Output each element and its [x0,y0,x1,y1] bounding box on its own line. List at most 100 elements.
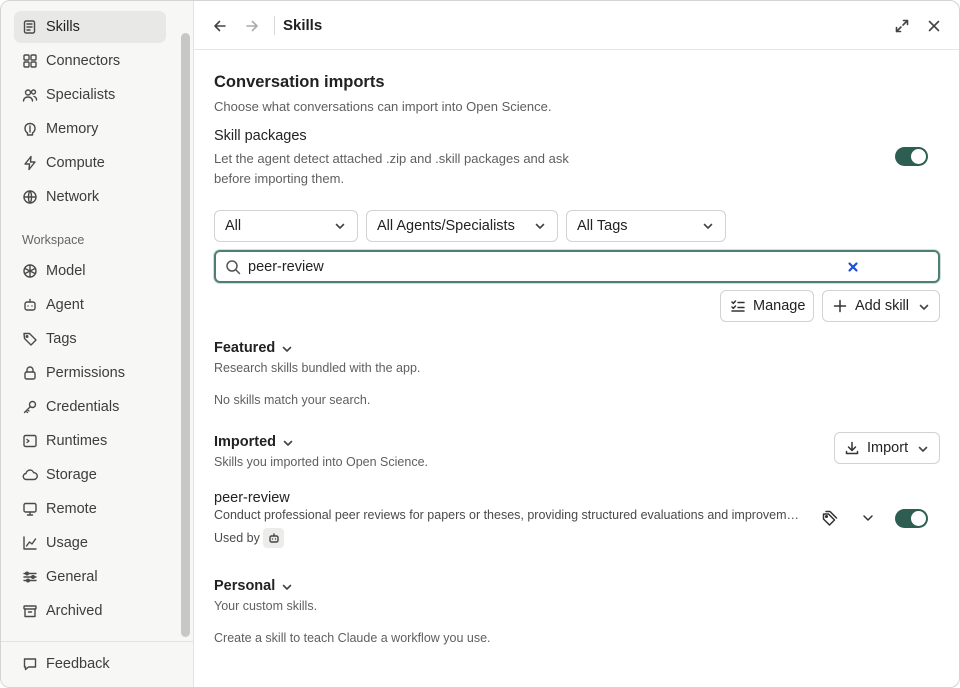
expand-button[interactable] [892,16,912,36]
sidebar-item-credentials[interactable]: Credentials [14,391,166,423]
feedback-button[interactable]: Feedback [14,648,166,680]
sidebar-item-remote[interactable]: Remote [14,493,166,525]
personal-desc: Your custom skills. [214,599,318,613]
sidebar-item-agent[interactable]: Agent [14,289,166,321]
chevron-down-icon [533,219,547,233]
agents-filter-select[interactable]: All Agents/Specialists [366,210,558,242]
page-title: Skills [283,17,323,34]
manage-label: Manage [753,298,806,314]
sidebar-item-label: Compute [46,155,105,171]
sidebar-item-label: Usage [46,535,88,551]
sidebar-item-label: Connectors [46,53,121,69]
agent-chip[interactable] [263,528,284,548]
skill-description: Conduct professional peer reviews for pa… [214,508,802,522]
featured-empty-message: No skills match your search. [214,393,371,407]
lock-icon [22,365,38,381]
main-panel: Skills Conversation imports Choose what … [194,1,959,687]
chevron-down-icon [282,436,294,448]
sliders-icon [22,569,38,585]
sidebar-scrollbar[interactable] [181,33,190,637]
sidebar-item-label: General [46,569,98,585]
sidebar-item-compute[interactable]: Compute [14,147,166,179]
chevron-down-icon [281,342,293,354]
sidebar-item-label: Model [46,263,86,279]
sidebar-item-general[interactable]: General [14,561,166,593]
imported-title: Imported [214,434,277,450]
arrow-right-icon [246,20,258,32]
sidebar-section-workspace: Workspace [22,233,85,247]
type-filter-value: All [225,218,242,234]
featured-section-toggle[interactable]: Featured [214,340,293,356]
header-bar: Skills [194,1,959,50]
skill-packages-desc: before importing them. [214,171,345,186]
skills-icon [22,19,38,35]
chevron-down-icon [917,442,929,454]
globe-icon [22,189,38,205]
sidebar-item-permissions[interactable]: Permissions [14,357,166,389]
featured-title: Featured [214,340,276,356]
sidebar-item-tags[interactable]: Tags [14,323,166,355]
search-input[interactable] [248,256,828,278]
sidebar-item-network[interactable]: Network [14,181,166,213]
terminal-icon [22,433,38,449]
add-skill-button[interactable]: Add skill [822,290,940,322]
sidebar-item-specialists[interactable]: Specialists [14,79,166,111]
type-filter-select[interactable]: All [214,210,358,242]
sidebar-item-label: Runtimes [46,433,108,449]
personal-title: Personal [214,578,276,594]
sidebar-item-label: Credentials [46,399,120,415]
chevron-down-icon [918,300,930,312]
sidebar-item-skills[interactable]: Skills [14,11,166,43]
skill-enabled-toggle[interactable] [895,509,928,528]
tag-icon [22,331,38,347]
chevron-down-icon [701,219,715,233]
close-icon [928,20,940,32]
manage-button[interactable]: Manage [720,290,814,322]
remote-icon [22,501,38,517]
sidebar-item-storage[interactable]: Storage [14,459,166,491]
skill-packages-label: Skill packages [214,128,307,144]
conversation-imports-title: Conversation imports [214,73,385,91]
download-icon [844,440,860,456]
agent-icon [22,297,38,313]
sidebar-item-runtimes[interactable]: Runtimes [14,425,166,457]
imported-desc: Skills you imported into Open Science. [214,455,428,469]
tags-filter-select[interactable]: All Tags [566,210,726,242]
settings-window: Skills Connectors Specialists Memory Com… [0,0,960,688]
search-icon [225,259,241,275]
conversation-imports-subtitle: Choose what conversations can import int… [214,99,552,114]
add-skill-label: Add skill [855,298,909,314]
sidebar-item-archived[interactable]: Archived [14,595,166,627]
chart-icon [22,535,38,551]
compute-icon [22,155,38,171]
expand-skill-chevron-icon[interactable] [859,509,877,527]
forward-button[interactable] [242,16,262,36]
search-box [214,250,940,283]
sidebar-item-model[interactable]: Model [14,255,166,287]
agents-filter-value: All Agents/Specialists [377,218,515,234]
message-square-icon [22,656,38,672]
skill-packages-toggle[interactable] [895,147,928,166]
imported-section-toggle[interactable]: Imported [214,434,294,450]
tags-filter-value: All Tags [577,218,628,234]
key-icon [22,399,38,415]
cloud-icon [22,467,38,483]
sidebar-item-label: Remote [46,501,97,517]
close-button[interactable] [924,16,944,36]
clear-search-icon[interactable] [845,259,861,275]
back-button[interactable] [210,16,230,36]
sidebar-item-label: Specialists [46,87,116,103]
featured-desc: Research skills bundled with the app. [214,361,421,375]
sidebar-divider [1,641,193,642]
sidebar-item-connectors[interactable]: Connectors [14,45,166,77]
personal-section-toggle[interactable]: Personal [214,578,293,594]
sidebar-item-memory[interactable]: Memory [14,113,166,145]
sidebar-item-label: Network [46,189,100,205]
feedback-label: Feedback [46,656,110,672]
tags-icon[interactable] [821,509,839,527]
sidebar-item-usage[interactable]: Usage [14,527,166,559]
sidebar-item-label: Memory [46,121,99,137]
import-button[interactable]: Import [834,432,940,464]
sidebar-item-label: Archived [46,603,103,619]
robot-icon [268,533,279,543]
